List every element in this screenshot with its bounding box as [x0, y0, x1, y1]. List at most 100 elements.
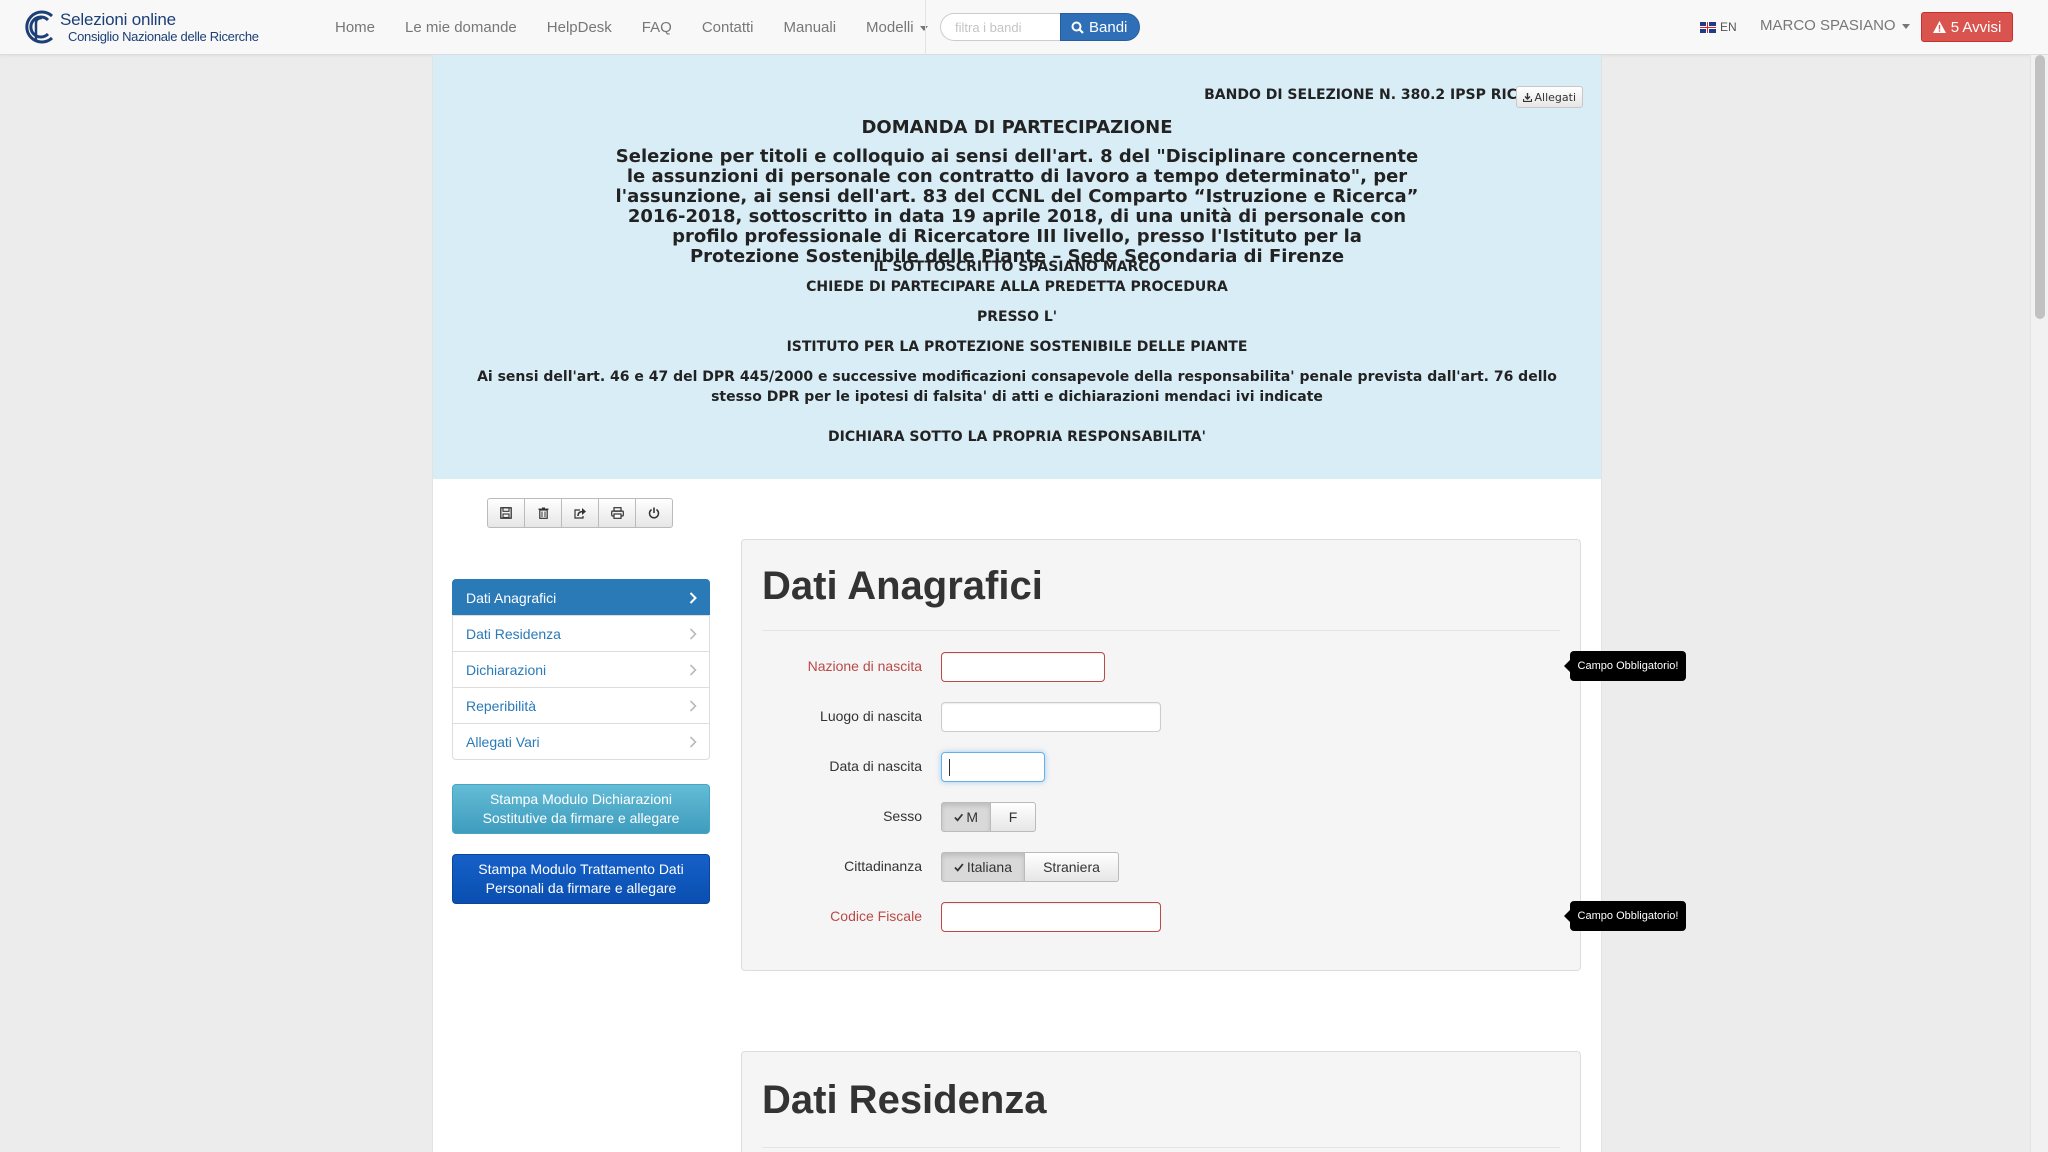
data-field[interactable]	[941, 752, 1045, 782]
sidebar-item-dati-residenza[interactable]: Dati Residenza	[452, 615, 710, 652]
dati-anagrafici-panel: Dati Anagrafici Nazione di nascita Luogo…	[741, 539, 1581, 971]
brand-title: Selezioni online	[60, 10, 176, 29]
user-menu[interactable]: MARCO SPASIANO	[1760, 17, 1910, 34]
share-button[interactable]	[561, 498, 599, 528]
brand-subtitle: Consiglio Nazionale delle Ricerche	[68, 29, 259, 44]
allegati-button[interactable]: Allegati	[1515, 86, 1583, 108]
sidebar-item-dichiarazioni[interactable]: Dichiarazioni	[452, 651, 710, 688]
cittadinanza-straniera-button[interactable]: Straniera	[1024, 852, 1119, 882]
sidebar-item-label: Dichiarazioni	[466, 661, 547, 678]
sidebar-item-reperibilita[interactable]: Reperibilità	[452, 687, 710, 724]
save-button[interactable]	[487, 498, 525, 528]
codice-fiscale-field[interactable]	[941, 902, 1161, 932]
share-icon	[573, 508, 586, 519]
nazione-required-tooltip: Campo Obbligatorio!	[1564, 651, 1686, 681]
trash-icon	[538, 507, 548, 519]
save-icon	[500, 507, 512, 519]
language-switch[interactable]: EN	[1700, 20, 1737, 34]
ai-sensi-text: Ai sensi dell'art. 46 e 47 del DPR 445/2…	[477, 369, 1557, 405]
search-input[interactable]	[940, 13, 1060, 41]
check-icon	[954, 863, 964, 872]
brand-logo[interactable]: Selezioni online Consiglio Nazionale del…	[22, 10, 259, 46]
chevron-right-icon	[689, 735, 697, 748]
search-button[interactable]: Bandi	[1060, 13, 1141, 41]
form-row-luogo: Luogo di nascita	[742, 700, 1582, 732]
application-header: BANDO DI SELEZIONE N. 380.2 IPSP RIC All…	[433, 55, 1601, 479]
sidebar-item-allegati-vari[interactable]: Allegati Vari	[452, 723, 710, 760]
nav-modelli-dropdown[interactable]: Modelli	[851, 0, 943, 55]
sidebar-item-dati-anagrafici[interactable]: Dati Anagrafici	[452, 579, 710, 616]
print-trattamento-button[interactable]: Stampa Modulo Trattamento Dati Personali…	[452, 854, 710, 904]
sidebar-item-label: Dati Anagrafici	[466, 589, 557, 606]
print-button[interactable]	[598, 498, 636, 528]
nav-le-mie-domande[interactable]: Le mie domande	[390, 0, 532, 55]
codice-fiscale-label: Codice Fiscale	[830, 908, 922, 924]
caret-down-icon	[919, 25, 928, 31]
form-row-sesso: Sesso M F	[742, 800, 1582, 832]
download-icon	[1522, 92, 1532, 102]
panel-title: Dati Anagrafici	[762, 564, 1043, 608]
sesso-f-label: F	[1008, 809, 1018, 825]
bando-title: BANDO DI SELEZIONE N. 380.2 IPSP RIC	[1204, 87, 1517, 103]
text-cursor	[949, 759, 950, 776]
data-label: Data di nascita	[829, 758, 922, 774]
sottoscritto-text: IL SOTTOSCRITTO SPASIANO MARCO	[873, 259, 1161, 275]
alerts-label: 5 Avvisi	[1950, 18, 2002, 36]
print-icon	[610, 507, 624, 519]
caret-down-icon	[1901, 23, 1910, 29]
nav-contatti[interactable]: Contatti	[687, 0, 769, 55]
logout-button[interactable]	[635, 498, 673, 528]
scrollbar-thumb[interactable]	[2035, 55, 2045, 319]
print-dichiarazioni-button[interactable]: Stampa Modulo Dichiarazioni Sostitutive …	[452, 784, 710, 834]
user-name: MARCO SPASIANO	[1760, 17, 1896, 34]
codice-fiscale-required-tooltip: Campo Obbligatorio!	[1564, 901, 1686, 931]
form-row-nazione: Nazione di nascita	[742, 650, 1582, 682]
luogo-label: Luogo di nascita	[820, 708, 922, 724]
nav-home[interactable]: Home	[320, 0, 390, 55]
chevron-right-icon	[689, 663, 697, 676]
main-nav: Home Le mie domande HelpDesk FAQ Contatt…	[320, 0, 943, 55]
nazione-field[interactable]	[941, 652, 1105, 682]
cittadinanza-straniera-label: Straniera	[1043, 859, 1100, 875]
cnr-logo-icon	[25, 10, 54, 44]
domanda-title: DOMANDA DI PARTECIPAZIONE	[861, 117, 1173, 138]
dati-residenza-panel: Dati Residenza	[741, 1051, 1581, 1152]
check-icon	[954, 813, 964, 822]
panel-title: Dati Residenza	[762, 1078, 1047, 1122]
alerts-button[interactable]: 5 Avvisi	[1921, 12, 2013, 42]
search-form: Bandi	[940, 13, 1141, 41]
selezione-description: Selezione per titoli e colloquio ai sens…	[615, 146, 1419, 267]
divider	[762, 630, 1560, 631]
sesso-m-button[interactable]: M	[941, 802, 991, 832]
search-button-label: Bandi	[1089, 18, 1128, 36]
nav-manuali[interactable]: Manuali	[769, 0, 852, 55]
chevron-right-icon	[689, 627, 697, 640]
power-icon	[648, 507, 660, 519]
form-row-data: Data di nascita	[742, 750, 1582, 782]
sesso-label: Sesso	[883, 808, 922, 824]
sesso-m-label: M	[966, 809, 978, 825]
sesso-f-button[interactable]: F	[990, 802, 1036, 832]
form-row-codice-fiscale: Codice Fiscale	[742, 900, 1582, 932]
nav-modelli-label: Modelli	[866, 19, 914, 36]
sidebar-item-label: Allegati Vari	[466, 733, 540, 750]
nazione-label: Nazione di nascita	[807, 658, 922, 674]
presso-text: PRESSO L'	[976, 309, 1058, 325]
cittadinanza-toggle: Italiana Straniera	[941, 852, 1119, 882]
uk-flag-icon	[1700, 21, 1716, 33]
top-navbar: Selezioni online Consiglio Nazionale del…	[0, 0, 2048, 55]
section-sidebar: Dati Anagrafici Dati Residenza Dichiaraz…	[452, 579, 710, 760]
chevron-right-icon	[689, 591, 697, 604]
nav-faq[interactable]: FAQ	[627, 0, 687, 55]
istituto-text: ISTITUTO PER LA PROTEZIONE SOSTENIBILE D…	[786, 339, 1248, 355]
allegati-label: Allegati	[1534, 90, 1577, 104]
divider	[762, 1147, 1560, 1148]
sidebar-item-label: Reperibilità	[466, 697, 537, 714]
luogo-field[interactable]	[941, 702, 1161, 732]
cittadinanza-italiana-button[interactable]: Italiana	[941, 852, 1025, 882]
page-scrollbar[interactable]	[2030, 55, 2048, 1152]
search-icon	[1071, 21, 1084, 34]
nav-helpdesk[interactable]: HelpDesk	[532, 0, 627, 55]
delete-button[interactable]	[524, 498, 562, 528]
warning-icon	[1932, 21, 1946, 33]
